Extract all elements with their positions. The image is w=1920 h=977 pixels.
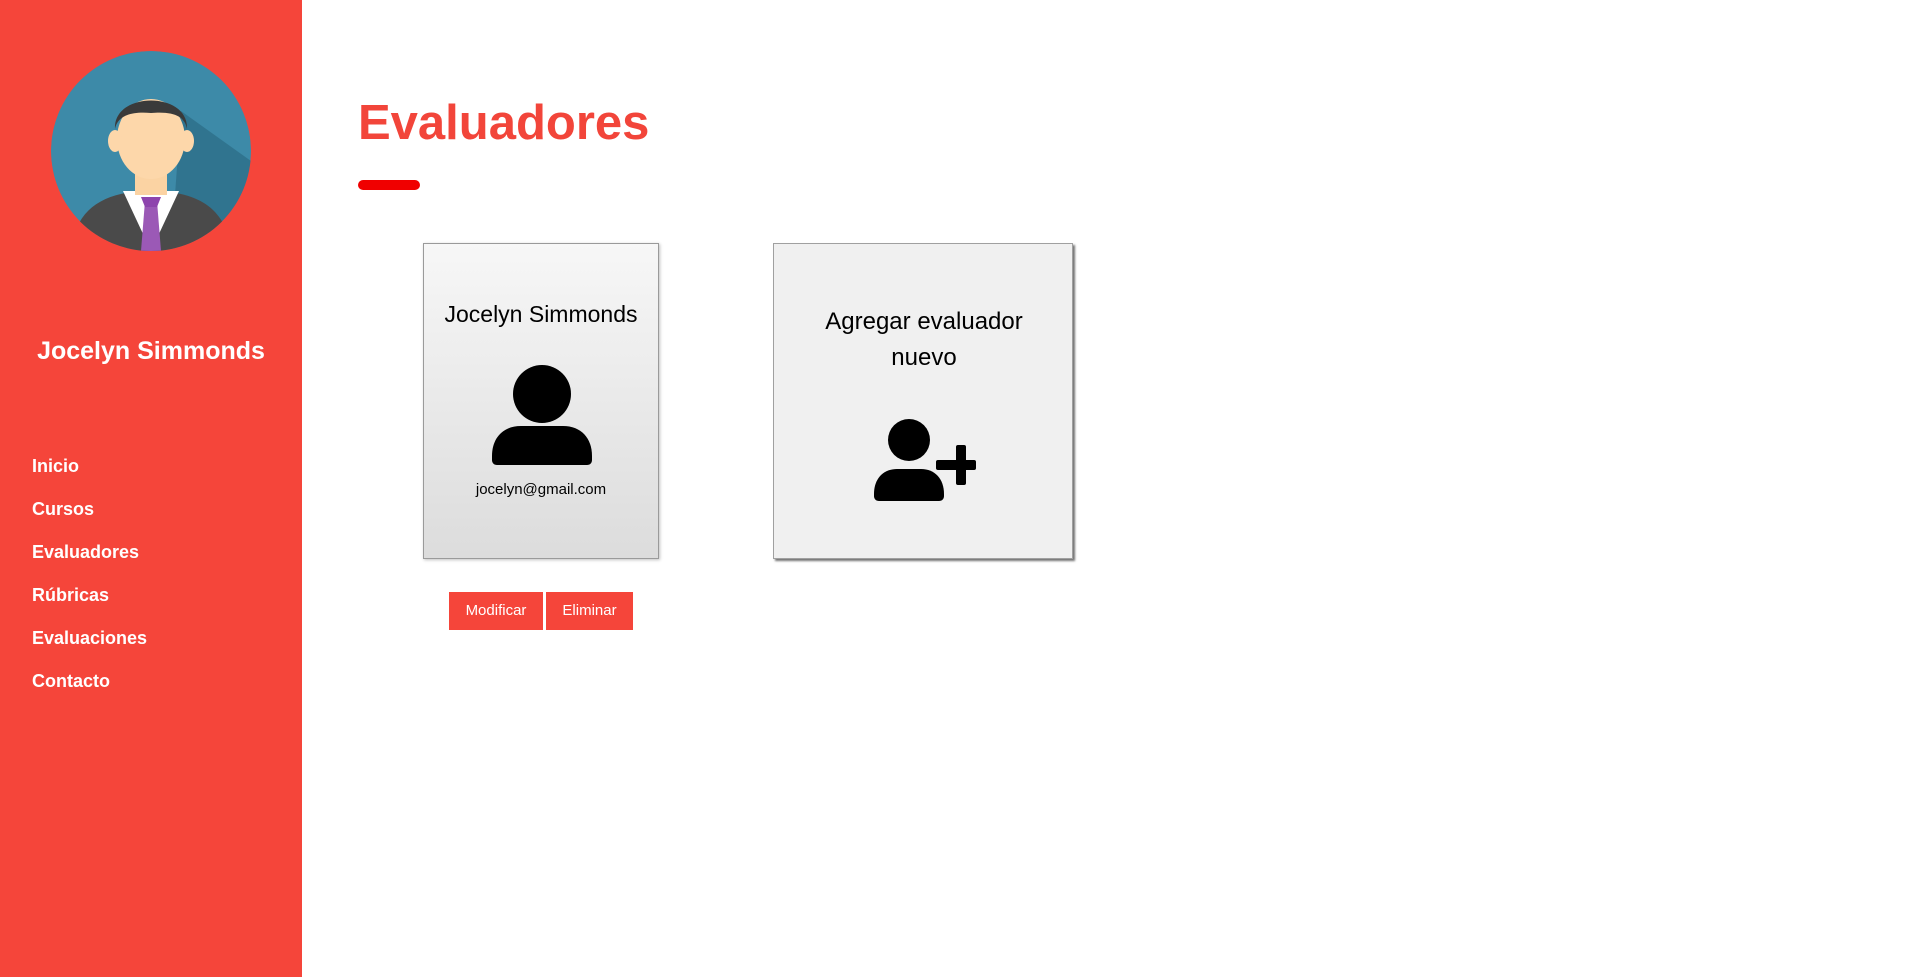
evaluator-card: Jocelyn Simmonds jocelyn@gmail.com [423,243,659,559]
nav-item-cursos[interactable]: Cursos [32,496,147,539]
user-name: Jocelyn Simmonds [37,337,265,365]
businessman-avatar-icon [51,51,251,251]
person-icon [492,365,592,465]
title-underline [358,180,420,190]
modify-button[interactable]: Modificar [449,592,543,630]
nav-item-inicio[interactable]: Inicio [32,453,147,496]
delete-button[interactable]: Eliminar [546,592,633,630]
nav-item-rubricas[interactable]: Rúbricas [32,582,147,625]
nav-item-contacto[interactable]: Contacto [32,668,147,711]
sidebar: Jocelyn Simmonds Inicio Cursos Evaluador… [0,0,302,977]
page-title: Evaluadores [358,96,650,150]
add-evaluator-card[interactable]: Agregar evaluador nuevo [773,243,1073,559]
evaluator-email: jocelyn@gmail.com [475,481,607,498]
nav-item-evaluaciones[interactable]: Evaluaciones [32,625,147,668]
user-plus-icon [874,419,976,501]
evaluator-name: Jocelyn Simmonds [444,301,638,327]
avatar [51,51,251,251]
add-evaluator-label: Agregar evaluador nuevo [825,308,1023,371]
nav-item-evaluadores[interactable]: Evaluadores [32,539,147,582]
sidebar-nav: Inicio Cursos Evaluadores Rúbricas Evalu… [32,453,147,711]
